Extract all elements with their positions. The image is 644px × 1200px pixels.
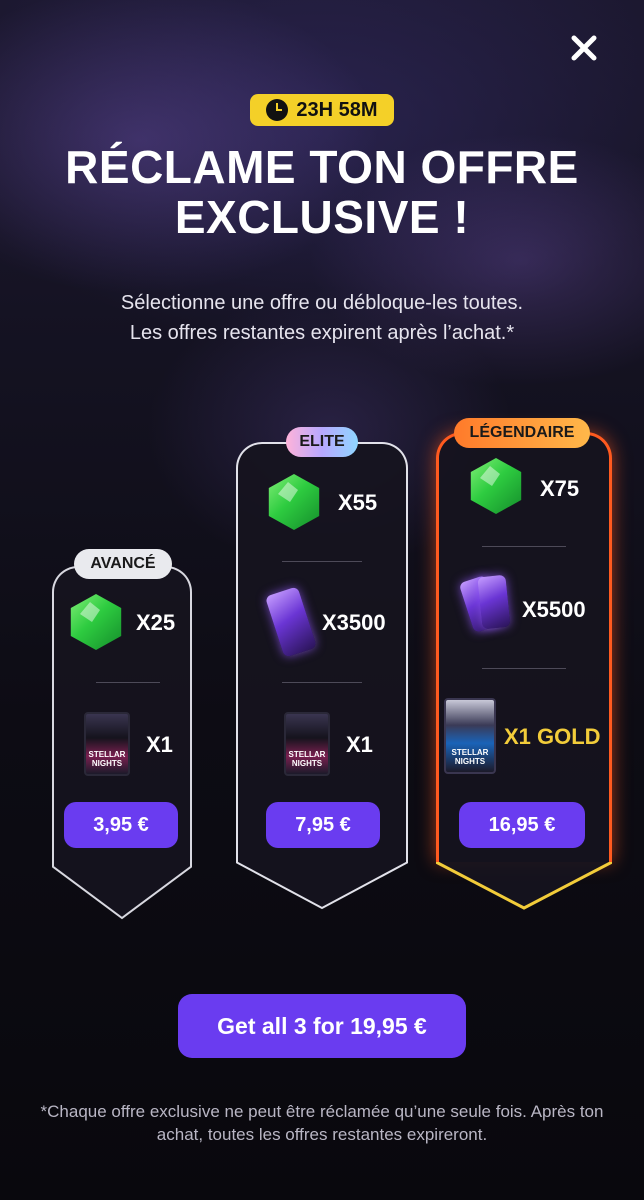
card-pointed-bottom: [52, 866, 192, 920]
purple-ticket-icon: [477, 574, 511, 630]
divider: [482, 668, 566, 669]
card-pointed-bottom: [436, 862, 612, 910]
offer-tag-legendaire: LÉGENDAIRE: [454, 418, 590, 448]
divider: [282, 561, 362, 562]
get-all-button[interactable]: Get all 3 for 19,95 €: [178, 994, 466, 1058]
price-label: 7,95 €: [295, 813, 351, 836]
offer-tag-label: ELITE: [299, 433, 345, 450]
offer-item-qty: X75: [540, 476, 580, 501]
divider: [96, 682, 160, 683]
timer-badge: 23H 58M: [250, 94, 394, 126]
offer-tag-label: AVANCÉ: [90, 555, 156, 572]
subtitle-line-1: Sélectionne une offre ou débloque-les to…: [120, 292, 524, 314]
footnote: *Chaque offre exclusive ne peut être réc…: [40, 1102, 604, 1144]
title-line-1: RÉCLAME TON OFFRE: [65, 141, 579, 193]
card-pointed-bottom: [236, 862, 408, 910]
offer-card-legendaire[interactable]: [436, 432, 612, 910]
price-button-avance[interactable]: 3,95 €: [64, 802, 178, 848]
subtitle-line-2: Les offres restantes expirent après l’ac…: [129, 322, 515, 344]
offer-tag-label: LÉGENDAIRE: [469, 424, 575, 441]
offer-item-qty: X1: [146, 732, 173, 757]
pack-text: STELLAR NIGHTS: [88, 750, 126, 768]
offer-item-qty: X25: [136, 610, 176, 635]
close-button[interactable]: [566, 30, 602, 66]
offer-item-qty: X3500: [322, 610, 386, 635]
price-button-elite[interactable]: 7,95 €: [266, 802, 380, 848]
offer-tag-elite: ELITE: [286, 427, 358, 457]
divider: [482, 546, 566, 547]
title-line-2: EXCLUSIVE !: [174, 191, 470, 243]
close-icon: [571, 35, 597, 61]
get-all-label: Get all 3 for 19,95 €: [217, 1012, 427, 1039]
clock-icon: [266, 99, 289, 121]
player-card-pack-icon: STELLAR NIGHTS: [284, 712, 330, 776]
offer-card-elite[interactable]: [236, 442, 408, 910]
offer-item-qty-gold: X1 GOLD: [504, 724, 601, 749]
pack-text: STELLAR NIGHTS: [451, 748, 489, 766]
price-label: 16,95 €: [488, 813, 556, 836]
gold-card-pack-icon: STELLAR NIGHTS: [444, 698, 496, 774]
page-title: RÉCLAME TON OFFRE EXCLUSIVE !: [0, 142, 644, 242]
divider: [282, 682, 362, 683]
offer-item-qty: X55: [338, 490, 378, 515]
offer-item-qty: X5500: [522, 597, 586, 622]
subtitle: Sélectionne une offre ou débloque-les to…: [40, 288, 604, 348]
offer-item-qty: X1: [346, 732, 373, 757]
player-card-pack-icon: STELLAR NIGHTS: [84, 712, 130, 776]
offer-tag-avance: AVANCÉ: [74, 549, 172, 579]
timer-text: 23H 58M: [296, 98, 378, 121]
price-button-legendaire[interactable]: 16,95 €: [459, 802, 585, 848]
price-label: 3,95 €: [93, 813, 149, 836]
pack-text: STELLAR NIGHTS: [288, 750, 326, 768]
